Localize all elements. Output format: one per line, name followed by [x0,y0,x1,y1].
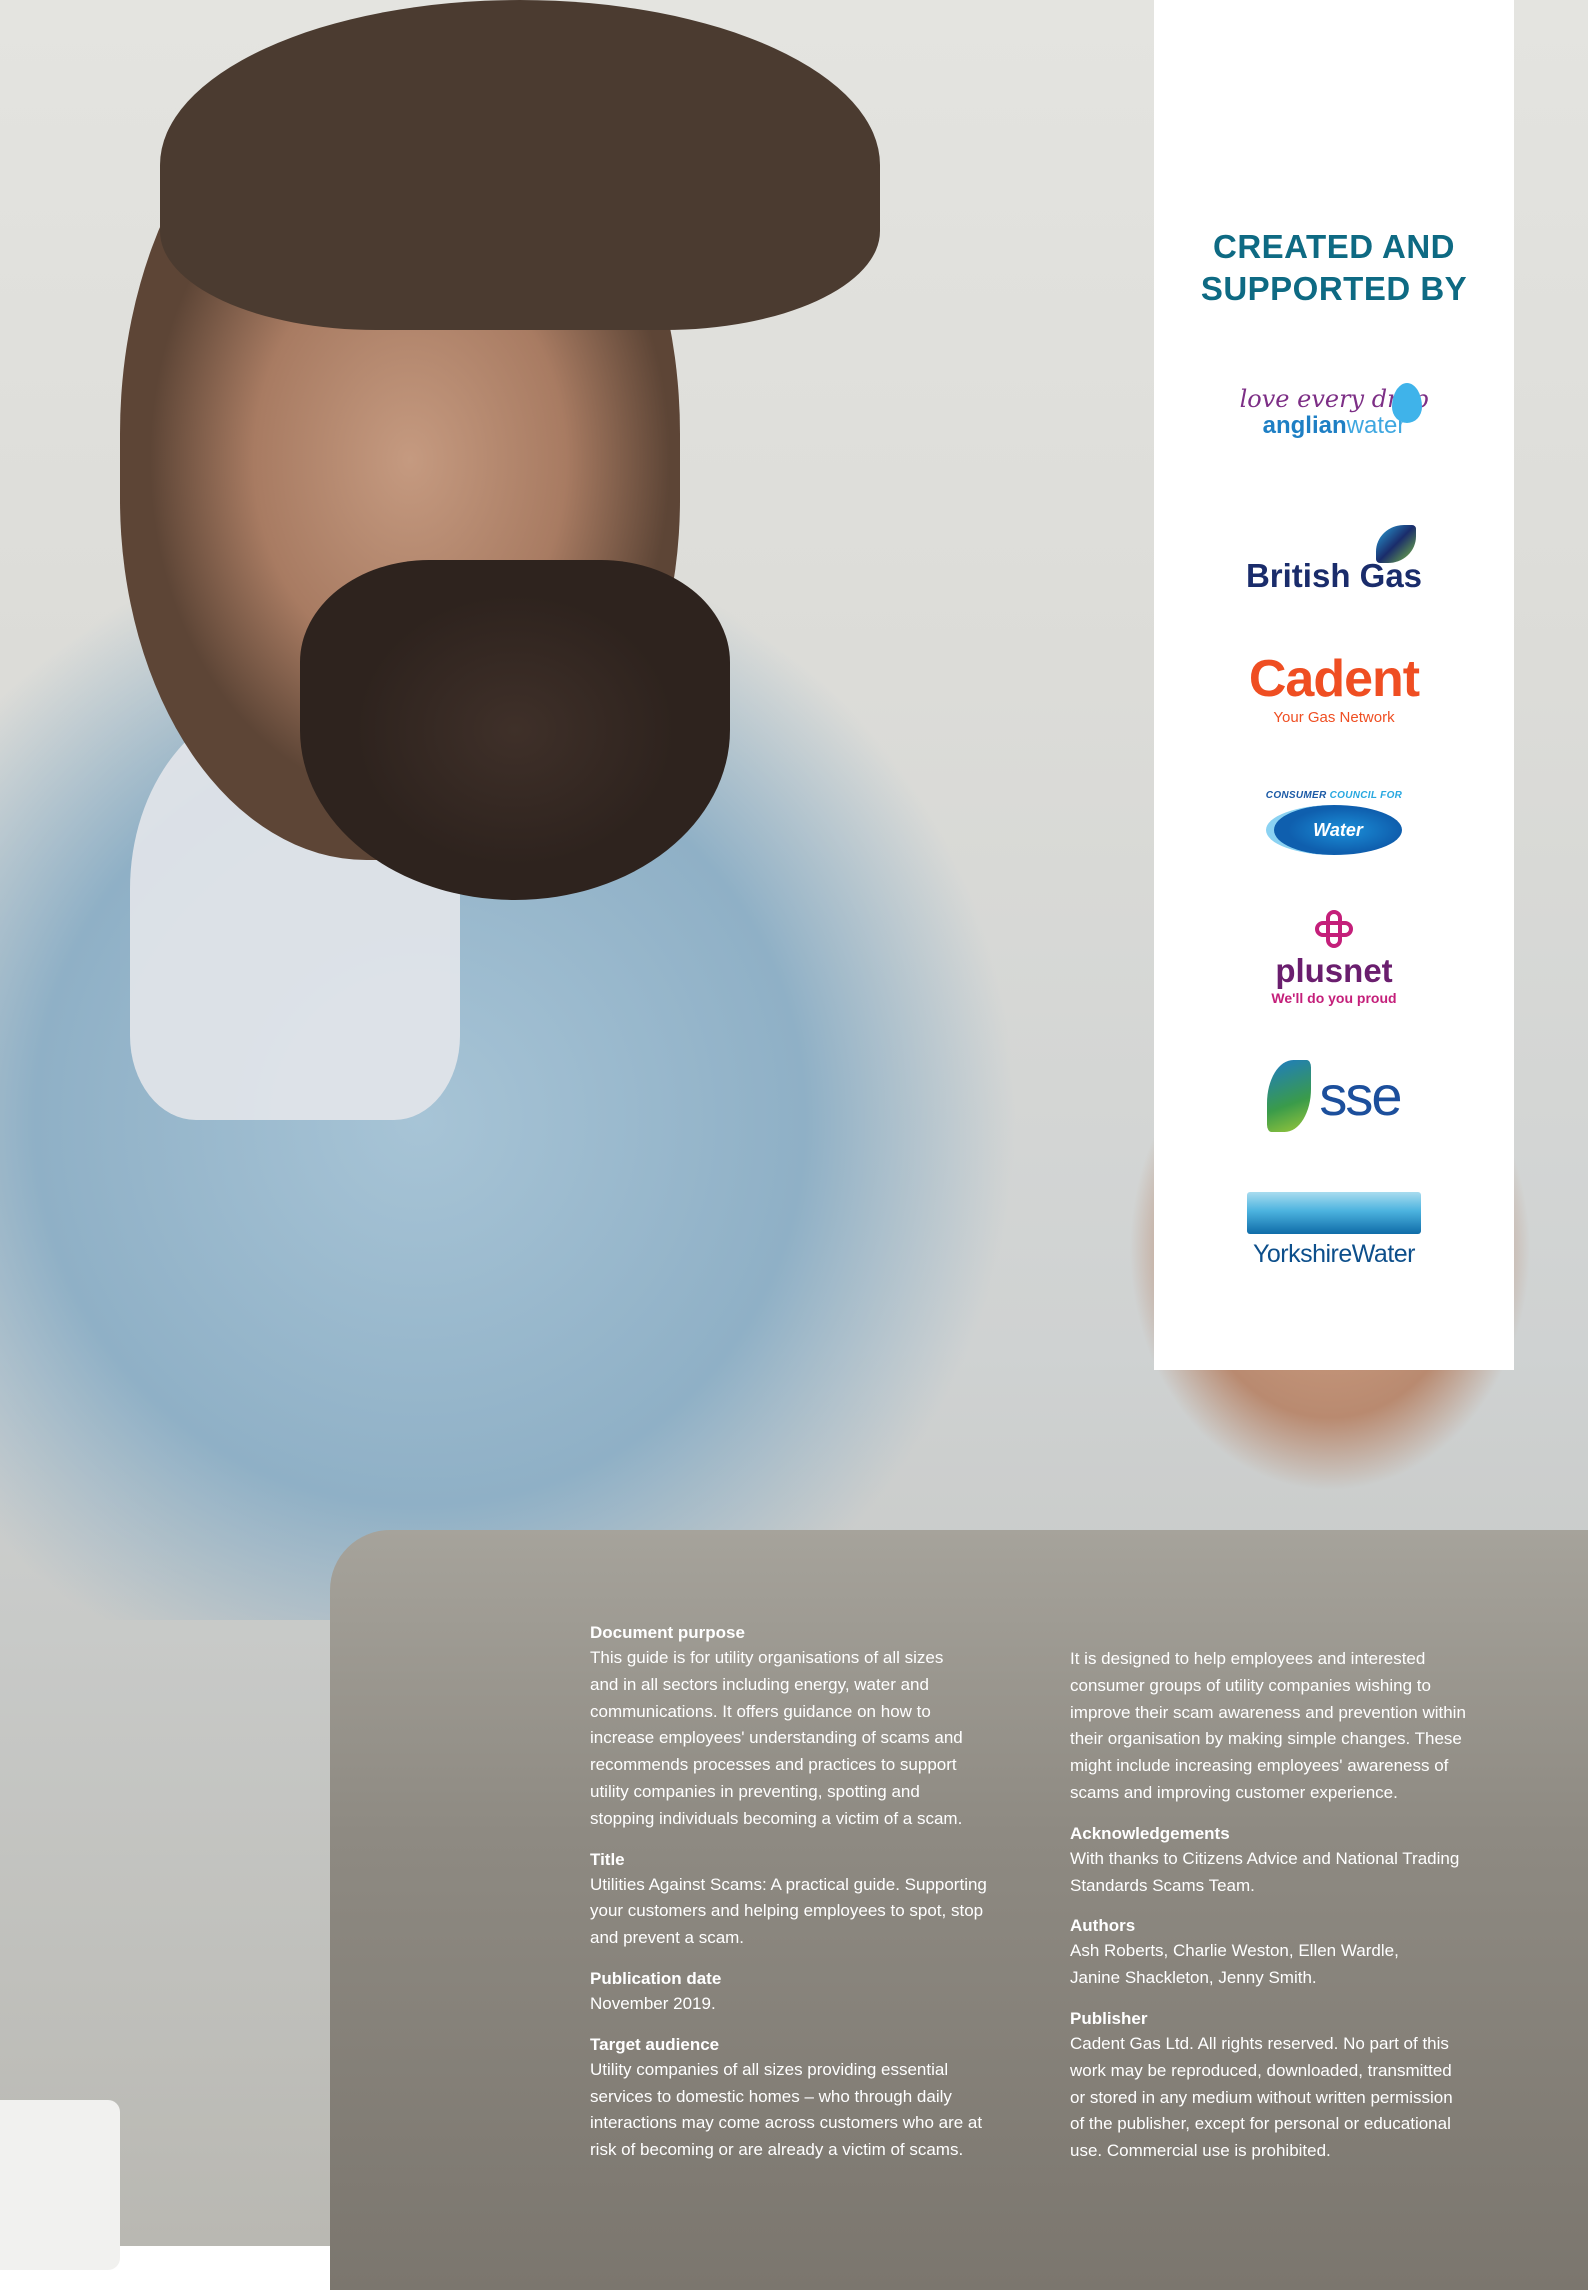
text-line: improve their scam awareness and prevent… [1070,1702,1466,1722]
cadent-tagline: Your Gas Network [1273,709,1395,726]
photo-head [120,0,880,900]
plusnet-logo: plusnet We'll do you proud [1154,910,1514,1007]
ccwater-top-text: CONSUMER COUNCIL FOR [1154,790,1514,801]
section-title: Title Utilities Against Scams: A practic… [590,1847,1035,1952]
text-line: Utilities Against Scams: A practical gui… [590,1874,987,1894]
section-target-audience: Target audience Utility companies of all… [590,2032,1035,2164]
text-line: communications. It offers guidance on ho… [590,1701,931,1721]
section-designed: It is designed to help employees and int… [1070,1646,1530,1807]
plusnet-name: plusnet [1275,952,1393,989]
section-publication-date: Publication date November 2019. [590,1966,1035,2018]
plusnet-tagline: We'll do you proud [1271,990,1397,1006]
pubdate-heading: Publication date [590,1968,722,1988]
title-text: Utilities Against Scams: A practical gui… [590,1872,1035,1952]
text-line: It is designed to help employees and int… [1070,1649,1426,1668]
section-acknowledgements: Acknowledgements With thanks to Citizens… [1070,1821,1530,1900]
sse-name: sse [1319,1064,1402,1127]
text-line: increase employees' understanding of sca… [590,1728,963,1748]
title-heading: Title [590,1849,625,1869]
anglian-water-logo: love every drop anglianwater [1154,383,1514,439]
text-line: November 2019. [590,1993,716,2013]
photo-hair [160,0,880,330]
section-authors: Authors Ash Roberts, Charlie Weston, Ell… [1070,1913,1530,1992]
audience-heading: Target audience [590,2034,720,2054]
sse-swirl-icon [1267,1060,1312,1132]
yorkshire-name: YorkshireWater [1252,1240,1416,1268]
doc-column-right: It is designed to help employees and int… [1070,1646,1530,2179]
text-line: risk of becoming or are already a victim… [590,2140,964,2160]
doc-column-left: Document purpose This guide is for utili… [590,1620,1035,2178]
audience-text: Utility companies of all sizes providing… [590,2057,1035,2164]
authors-heading: Authors [1070,1916,1136,1936]
yorkshire-water-logo: YorkshireWater [1154,1192,1514,1269]
section-publisher: Publisher Cadent Gas Ltd. All rights res… [1070,2006,1530,2165]
text-line: their organisation by making simple chan… [1070,1729,1462,1749]
panel-title: CREATED AND SUPPORTED BY [1154,226,1514,310]
text-line: utility companies in preventing, spottin… [590,1781,920,1801]
yorkshire-wave-icon [1247,1192,1421,1234]
text-line: With thanks to Citizens Advice and Natio… [1070,1848,1460,1868]
text-line: recommends processes and practices to su… [590,1755,957,1775]
text-line: stopping individuals becoming a victim o… [590,1808,963,1828]
text-line: Utility companies of all sizes providing… [590,2059,949,2079]
plus-icon [1315,910,1353,948]
text-line: services to domestic homes – who through… [590,2086,952,2106]
water-drop-icon [1392,383,1422,423]
text-line: interactions may come across customers w… [590,2113,983,2133]
anglian-name-bold: anglian [1262,412,1347,439]
ccwater-name: Water [1313,820,1363,840]
text-line: Ash Roberts, Charlie Weston, Ellen Wardl… [1070,1941,1399,1961]
designed-text: It is designed to help employees and int… [1070,1646,1530,1807]
photo-beard [300,560,730,900]
anglian-name: anglianwater [1154,413,1514,439]
cadent-name: Cadent [1248,650,1420,708]
british-gas-logo: British Gas [1154,520,1514,594]
text-line: and in all sectors including energy, wat… [590,1674,929,1694]
text-line: Janine Shackleton, Jenny Smith. [1070,1968,1317,1988]
ccwater-top-a: CONSUMER [1265,790,1330,801]
text-line: your customers and helping employees to … [590,1901,984,1921]
text-line: Cadent Gas Ltd. All rights reserved. No … [1070,2033,1449,2053]
anglian-tagline: love every drop [1239,385,1429,413]
text-line: of the publisher, except for personal or… [1070,2114,1451,2134]
publisher-heading: Publisher [1070,2008,1148,2028]
british-gas-name: British Gas [1245,557,1423,594]
authors-text: Ash Roberts, Charlie Weston, Ellen Wardl… [1070,1938,1530,1992]
purpose-heading: Document purpose [590,1623,745,1642]
text-line: work may be reproduced, downloaded, tran… [1070,2060,1452,2080]
text-line: use. Commercial use is prohibited. [1070,2141,1331,2161]
text-line: or stored in any medium without written … [1070,2087,1453,2107]
ccwater-top-b: COUNCIL FOR [1329,790,1403,801]
text-line: consumer groups of utility companies wis… [1070,1675,1431,1695]
ack-heading: Acknowledgements [1070,1823,1230,1843]
panel-title-line1: CREATED AND [1213,228,1455,265]
text-line: and prevent a scam. [590,1928,745,1948]
cadent-logo: Cadent Your Gas Network [1154,650,1514,728]
text-line: Standards Scams Team. [1070,1875,1255,1895]
panel-title-line2: SUPPORTED BY [1200,270,1468,307]
sponsor-panel: CREATED AND SUPPORTED BY love every drop… [1154,0,1514,1370]
sse-logo: sse [1154,1060,1514,1137]
pubdate-text: November 2019. [590,1991,1035,2018]
ccwater-logo: CONSUMER COUNCIL FOR Water [1154,790,1514,855]
text-line: scams and improving customer experience. [1070,1782,1398,1802]
ccwater-wave-icon: Water [1266,805,1402,855]
text-line: might include increasing employees' awar… [1070,1756,1449,1776]
publisher-text: Cadent Gas Ltd. All rights reserved. No … [1070,2031,1530,2165]
photo-mug [0,2100,120,2270]
section-document-purpose: Document purpose This guide is for utili… [590,1620,1035,1833]
text-line: This guide is for utility organisations … [590,1648,944,1667]
purpose-text: This guide is for utility organisations … [590,1645,1035,1833]
ack-text: With thanks to Citizens Advice and Natio… [1070,1846,1530,1900]
